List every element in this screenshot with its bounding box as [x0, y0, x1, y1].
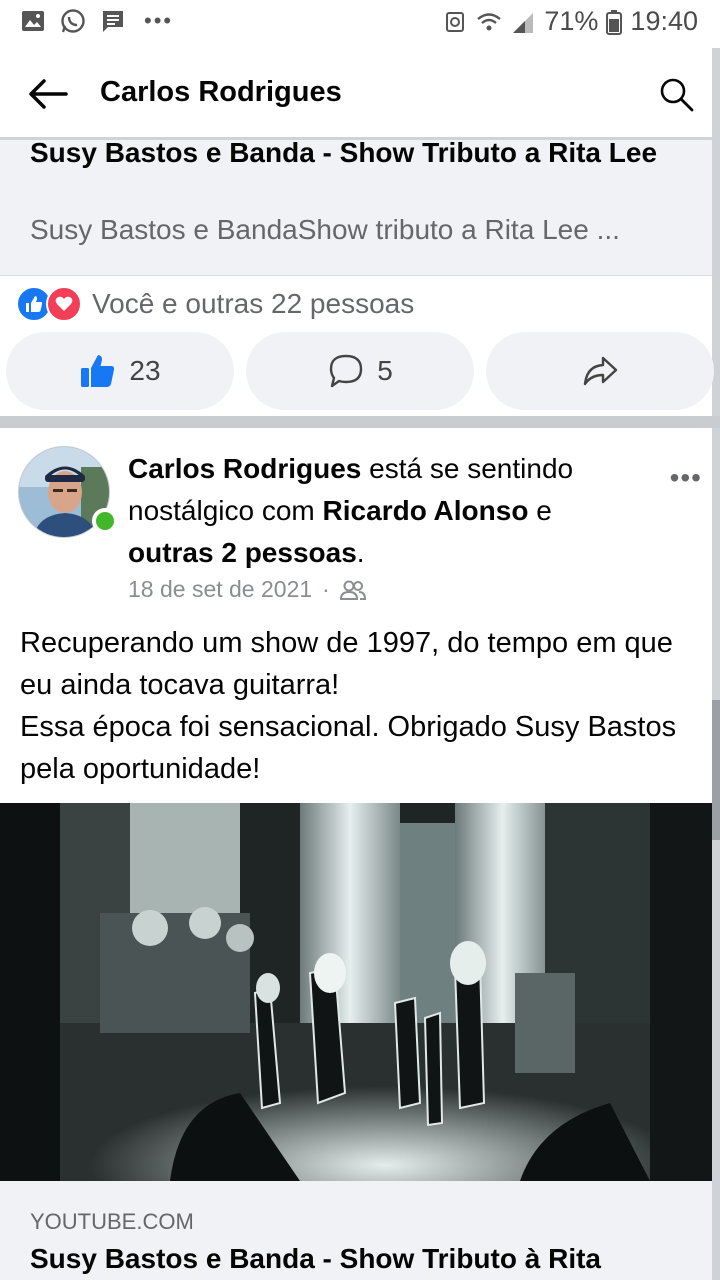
- comment-icon: [330, 354, 363, 388]
- wifi-icon: [477, 12, 502, 30]
- battery-icon: [606, 9, 623, 35]
- and-text: e: [528, 495, 552, 526]
- love-reaction-icon: [46, 286, 82, 322]
- link-title: Susy Bastos e Banda - Show Tributo a Rit…: [30, 140, 658, 168]
- share-button[interactable]: [486, 332, 714, 410]
- feed-separator: [0, 416, 720, 428]
- sync-icon: [446, 11, 465, 32]
- search-icon[interactable]: [656, 74, 696, 114]
- shared-link-card-bottom[interactable]: YOUTUBE.COM Susy Bastos e Banda - Show T…: [0, 1181, 712, 1280]
- friends-audience-icon: [339, 580, 366, 600]
- post-text-line-1: Recuperando um show de 1997, do tempo em…: [20, 627, 673, 701]
- like-button[interactable]: 23: [6, 332, 234, 410]
- like-count: 23: [129, 355, 161, 386]
- link-title-bottom: Susy Bastos e Banda - Show Tributo à Rit…: [30, 1243, 601, 1274]
- post-header-text: Carlos Rodrigues está se sentindo nostál…: [128, 448, 638, 574]
- status-bar: ••• 71% 19:40: [0, 0, 720, 48]
- meta-separator: ·: [322, 576, 330, 602]
- scrollbar-track[interactable]: [712, 48, 720, 1280]
- author-name[interactable]: Carlos Rodrigues: [128, 453, 361, 484]
- link-description: Susy Bastos e BandaShow tributo a Rita L…: [30, 214, 620, 245]
- post-more-options-icon[interactable]: •••: [670, 462, 702, 494]
- share-icon: [583, 356, 618, 386]
- post-text-line-2: Essa época foi sensacional. Obrigado Sus…: [20, 711, 677, 785]
- tagged-person[interactable]: Ricardo Alonso: [323, 495, 529, 526]
- author-avatar[interactable]: [18, 446, 118, 538]
- tagged-others[interactable]: outras 2 pessoas: [128, 537, 357, 568]
- shared-link-card-top[interactable]: Susy Bastos e Banda - Show Tributo a Rit…: [0, 140, 712, 276]
- message-icon: [103, 11, 123, 32]
- gallery-icon: [22, 11, 44, 31]
- battery-percent: 71%: [544, 6, 599, 36]
- thumbs-up-icon: [81, 355, 115, 387]
- more-notifications-icon: •••: [144, 8, 174, 33]
- comment-count: 5: [377, 355, 393, 386]
- post-date[interactable]: 18 de set de 2021: [128, 576, 312, 603]
- post-meta: 18 de set de 2021 ·: [128, 576, 366, 603]
- comment-button[interactable]: 5: [246, 332, 474, 410]
- online-status-dot: [92, 508, 118, 534]
- app-header: Carlos Rodrigues: [0, 48, 712, 140]
- signal-icon: [513, 12, 534, 33]
- end-period: .: [356, 537, 365, 568]
- video-thumbnail[interactable]: [0, 803, 712, 1181]
- whatsapp-icon: [61, 9, 85, 33]
- clock: 19:40: [630, 6, 698, 36]
- concert-video-frame: [0, 803, 712, 1181]
- reactions-summary[interactable]: Você e outras 22 pessoas: [16, 284, 414, 324]
- scrollbar-thumb[interactable]: [712, 700, 720, 840]
- back-arrow-icon[interactable]: [26, 72, 70, 116]
- link-domain: YOUTUBE.COM: [30, 1209, 194, 1234]
- post-body: Recuperando um show de 1997, do tempo em…: [20, 622, 700, 790]
- page-title: Carlos Rodrigues: [100, 76, 342, 108]
- post-actions: 23 5: [6, 332, 716, 410]
- reactions-text: Você e outras 22 pessoas: [92, 288, 415, 319]
